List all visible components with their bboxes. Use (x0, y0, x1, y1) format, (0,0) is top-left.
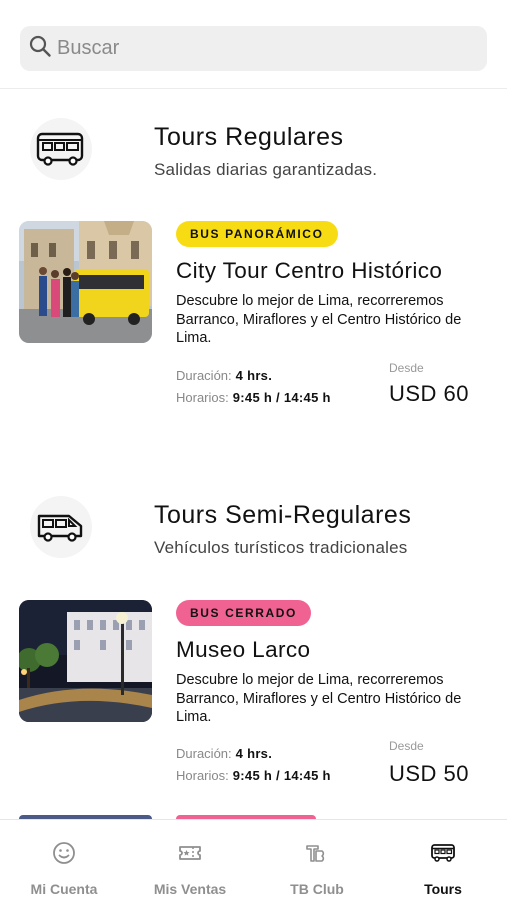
bus-icon (30, 118, 92, 180)
tb-logo-icon (304, 820, 330, 871)
tour-description: Descubre lo mejor de Lima, recorreremos … (176, 672, 462, 725)
nav-label: Tours (424, 881, 462, 897)
tour-card-museo-larco[interactable]: BUS CERRADO Museo Larco Descubre lo mejo… (0, 600, 507, 800)
section-title: Tours Semi-Regulares (154, 501, 412, 529)
price-value: USD 50 (389, 761, 470, 786)
duration-value: 4 hrs. (235, 368, 273, 383)
duration-value: 4 hrs. (235, 746, 273, 761)
section-subtitle: Salidas diarias garantizadas. (154, 160, 378, 179)
price-label: Desde (389, 739, 424, 753)
price-value: USD 60 (389, 381, 470, 406)
tour-card-city-tour[interactable]: BUS PANORÁMICO City Tour Centro Históric… (0, 221, 507, 421)
schedule-label: Horarios: (176, 390, 229, 405)
duration-row: Duración: 4 hrs. (176, 746, 272, 761)
section-header-regular: Tours Regulares Salidas diarias garantiz… (0, 118, 507, 188)
duration-label: Duración: (176, 746, 232, 761)
bottom-nav: Mi Cuenta Mis Ventas TB Club Tours (0, 819, 507, 900)
schedule-value: 9:45 h / 14:45 h (232, 390, 331, 405)
bus-icon (430, 820, 456, 871)
nav-label: TB Club (290, 881, 344, 897)
section-header-semi-regular: Tours Semi-Regulares Vehículos turístico… (0, 496, 507, 566)
nav-item-tb-club[interactable]: TB Club (267, 820, 367, 900)
ticket-icon (177, 820, 203, 871)
search-icon (28, 34, 52, 63)
tour-title: Museo Larco (176, 637, 311, 662)
schedule-value: 9:45 h / 14:45 h (232, 768, 331, 783)
nav-item-tours[interactable]: Tours (393, 820, 493, 900)
schedule-row: Horarios: 9:45 h / 14:45 h (176, 768, 331, 783)
duration-label: Duración: (176, 368, 232, 383)
nav-label: Mis Ventas (153, 881, 227, 897)
nav-item-mi-cuenta[interactable]: Mi Cuenta (14, 820, 114, 900)
tour-description: Descubre lo mejor de Lima, recorreremos … (176, 293, 462, 346)
search-input[interactable] (57, 37, 457, 60)
section-title: Tours Regulares (154, 123, 344, 151)
search-bar[interactable] (20, 26, 487, 71)
category-badge: BUS PANORÁMICO (176, 221, 338, 247)
nav-label: Mi Cuenta (30, 881, 98, 897)
van-icon (30, 496, 92, 558)
city-tour-photo (19, 221, 152, 343)
section-subtitle: Vehículos turísticos tradicionales (154, 538, 408, 557)
smiley-icon (51, 820, 77, 871)
duration-row: Duración: 4 hrs. (176, 368, 272, 383)
nav-item-mis-ventas[interactable]: Mis Ventas (140, 820, 240, 900)
schedule-label: Horarios: (176, 768, 229, 783)
price-label: Desde (389, 361, 424, 375)
category-badge: BUS CERRADO (176, 600, 311, 626)
divider (0, 88, 507, 89)
schedule-row: Horarios: 9:45 h / 14:45 h (176, 390, 331, 405)
museo-larco-photo (19, 600, 152, 722)
tour-title: City Tour Centro Histórico (176, 258, 443, 283)
